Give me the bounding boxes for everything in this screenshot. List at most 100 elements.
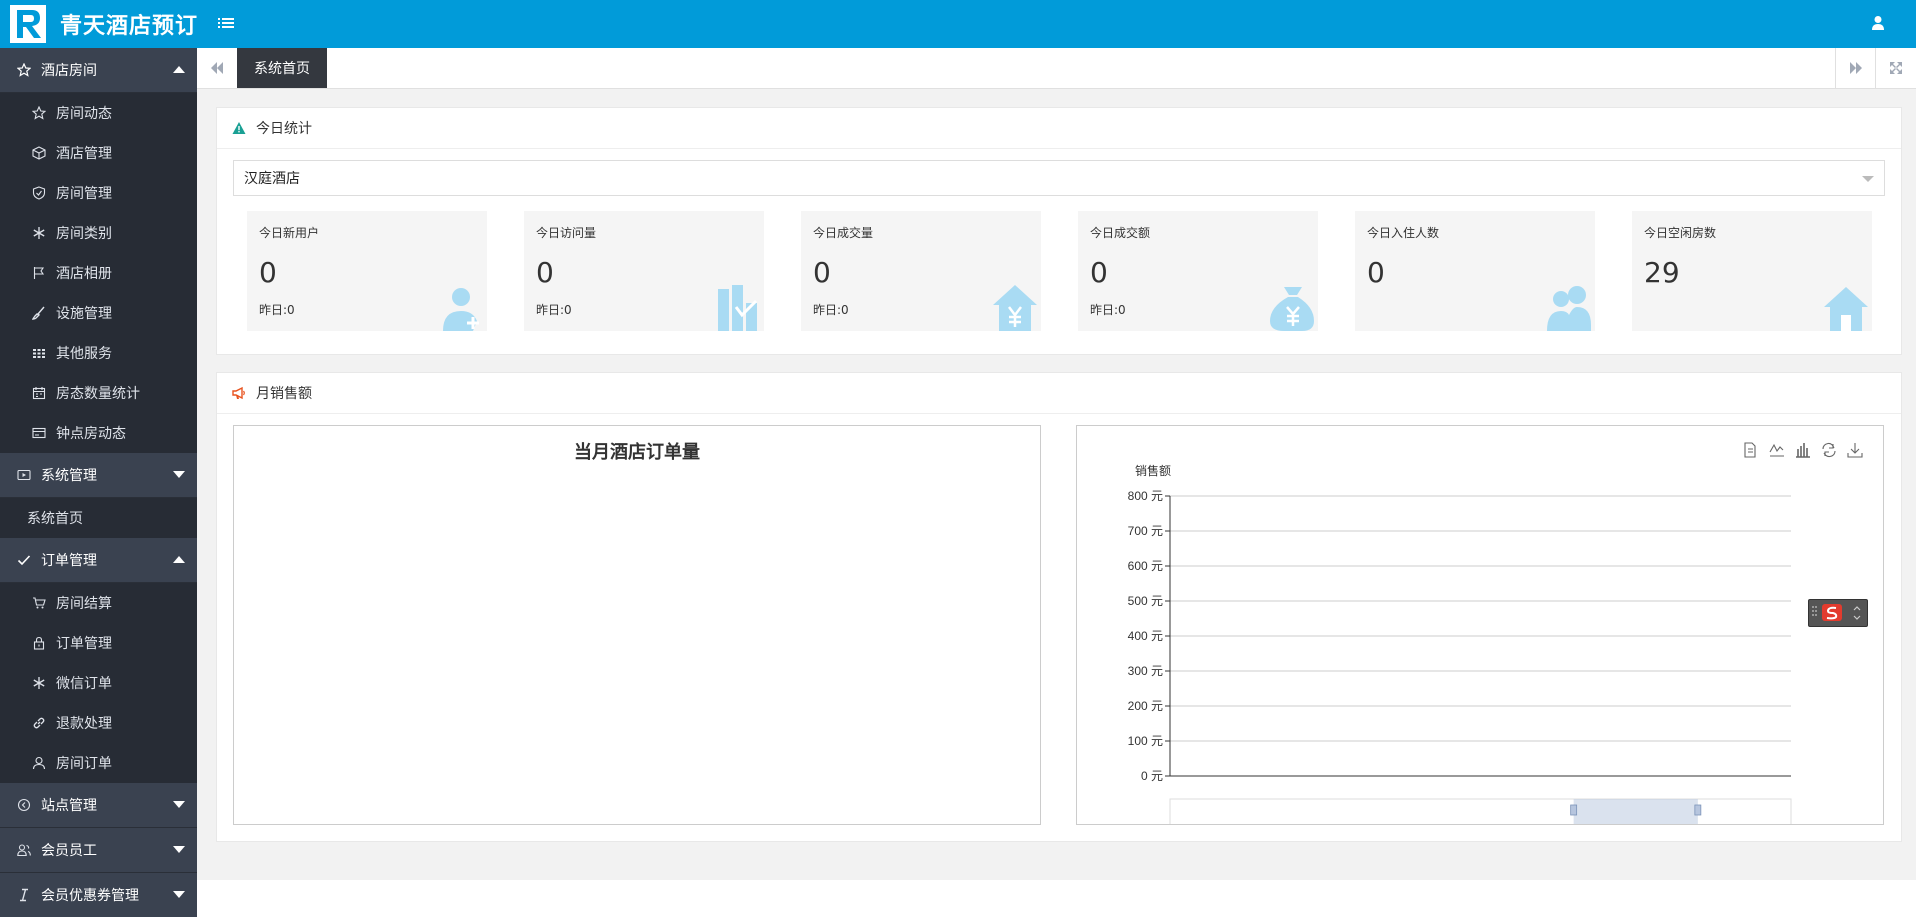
star-icon	[17, 63, 31, 77]
sidebar-group-member-staff[interactable]: 会员员工	[0, 828, 197, 873]
stat-value: 0	[259, 256, 277, 289]
sidebar-item-label: 设施管理	[56, 306, 112, 322]
sidebar-item-room-checkout[interactable]: 房间结算	[0, 583, 197, 623]
bar-icon[interactable]	[1796, 443, 1810, 458]
y-tick-label: 400 元	[1128, 629, 1163, 643]
sidebar-item-hourly-room-status[interactable]: 钟点房动态	[0, 413, 197, 453]
cube-icon	[32, 146, 46, 160]
cart-icon	[32, 596, 46, 610]
stat-value: 0	[1367, 256, 1385, 289]
check-icon	[17, 553, 31, 567]
y-tick-label: 300 元	[1128, 664, 1163, 678]
y-tick-labels: 0 元 100 元 200 元 300 元 400 元 500 元 600 元 700 元 80…	[1128, 489, 1163, 783]
data-view-icon[interactable]	[1744, 442, 1756, 458]
y-tick-label: 200 元	[1128, 699, 1163, 713]
screen-icon	[17, 468, 31, 482]
calendar-icon	[32, 386, 46, 400]
y-axis-label: 销售额	[1135, 463, 1171, 478]
sidebar-item-room-category[interactable]: 房间类别	[0, 213, 197, 253]
sidebar-submenu: 系统首页	[0, 498, 197, 538]
tab-label: 系统首页	[254, 61, 310, 77]
sidebar-item-hotel-album[interactable]: 酒店相册	[0, 253, 197, 293]
tab-scroll-right-button[interactable]	[1835, 48, 1876, 88]
sidebar-group-member-coupons[interactable]: 会员优惠券管理	[0, 873, 197, 917]
sidebar-item-label: 退款处理	[56, 716, 112, 732]
stat-label: 今日访问量	[536, 226, 597, 240]
sidebar-item-label: 房态数量统计	[56, 386, 140, 402]
sidebar-item-order-management[interactable]: 订单管理	[0, 623, 197, 663]
panel-title: 月销售额	[256, 386, 312, 402]
sidebar-group-label: 会员员工	[41, 843, 97, 859]
sidebar-item-wechat-orders[interactable]: 微信订单	[0, 663, 197, 703]
sidebar-item-refund-processing[interactable]: 退款处理	[0, 703, 197, 743]
double-left-icon	[211, 62, 223, 74]
sidebar-item-facility-management[interactable]: 设施管理	[0, 293, 197, 333]
sidebar-item-label: 房间结算	[56, 596, 112, 612]
y-tick-label: 700 元	[1128, 524, 1163, 538]
lock-icon	[32, 636, 46, 650]
data-zoom-slider[interactable]	[1169, 798, 1792, 827]
stat-yesterday: 昨日:0	[259, 303, 295, 317]
sidebar-item-system-home[interactable]: 系统首页	[0, 498, 197, 538]
sidebar-item-room-status[interactable]: 房间动态	[0, 93, 197, 133]
stat-label: 今日入住人数	[1367, 226, 1440, 240]
sidebar-item-label: 其他服务	[56, 346, 112, 362]
panel-header: 今日统计	[217, 108, 1901, 149]
card-icon	[32, 426, 46, 440]
y-tick-label: 800 元	[1128, 489, 1163, 503]
stat-yesterday: 昨日:0	[536, 303, 572, 317]
tab-scroll-left-button[interactable]	[197, 48, 238, 88]
panel-header: 月销售额	[217, 373, 1901, 414]
sidebar-group-order-management[interactable]: 订单管理	[0, 538, 197, 583]
zoom-handle-left[interactable]	[1570, 804, 1578, 816]
zoom-handle-right[interactable]	[1694, 804, 1702, 816]
sales-chart: 销售额 0 元 100 元 200 元 300 元 400 元 500 元 600 元 700…	[1076, 425, 1884, 827]
sidebar-item-room-orders[interactable]: 房间订单	[0, 743, 197, 783]
ime-toolbar[interactable]	[1808, 599, 1868, 627]
line-icon[interactable]	[1769, 443, 1784, 457]
hotel-order-chart: 当月酒店订单量	[233, 425, 1041, 825]
restore-icon[interactable]	[1822, 442, 1836, 458]
app-title: 青天酒店预订	[60, 14, 199, 39]
caret-down-icon	[173, 891, 185, 898]
grid-lines	[1165, 495, 1791, 777]
app-logo[interactable]: 青天酒店预订	[10, 5, 198, 43]
download-icon[interactable]	[1847, 443, 1863, 458]
stat-card-vacant-rooms: 今日空闲房数 29	[1632, 211, 1872, 331]
sidebar-item-label: 订单管理	[56, 636, 112, 652]
toolbox	[1744, 442, 1863, 458]
sidebar-item-label: 钟点房动态	[56, 426, 126, 442]
sidebar-group-hotel-rooms[interactable]: 酒店房间	[0, 48, 197, 93]
user-menu-icon[interactable]	[1870, 15, 1886, 31]
sidebar-item-room-count-stats[interactable]: 房态数量统计	[0, 373, 197, 413]
stat-value: 29	[1644, 256, 1680, 289]
sidebar-submenu: 房间动态 酒店管理 房间管理 房间类别 酒店相册 设施管理 其他服务 房态数量统…	[0, 93, 197, 453]
sidebar: 酒店房间 房间动态 酒店管理 房间管理 房间类别 酒店相册 设施管理 其他服务 …	[0, 48, 197, 917]
sidebar-group-label: 订单管理	[41, 553, 97, 569]
stat-yesterday: 昨日:0	[1090, 303, 1126, 317]
fullscreen-icon	[1890, 62, 1902, 74]
snowflake-icon	[32, 676, 46, 690]
warning-icon	[232, 121, 246, 135]
tab-system-home[interactable]: 系统首页	[237, 48, 327, 88]
money-bag-icon	[1268, 283, 1316, 331]
stat-label: 今日成交量	[813, 226, 874, 240]
sidebar-item-label: 房间类别	[56, 226, 112, 242]
sidebar-group-site-management[interactable]: 站点管理	[0, 783, 197, 828]
link-icon	[32, 716, 46, 730]
zoom-window[interactable]	[1573, 799, 1698, 826]
hotel-select[interactable]: 汉庭酒店	[233, 160, 1885, 196]
menu-toggle-icon[interactable]	[218, 15, 234, 31]
sidebar-item-hotel-management[interactable]: 酒店管理	[0, 133, 197, 173]
users-icon	[17, 843, 31, 857]
stat-card-new-users: 今日新用户 0 昨日:0	[247, 211, 487, 331]
stat-card-transactions: 今日成交量 0 昨日:0	[801, 211, 1041, 331]
y-tick-label: 600 元	[1128, 559, 1163, 573]
sidebar-item-other-services[interactable]: 其他服务	[0, 333, 197, 373]
chart-title: 当月酒店订单量	[574, 442, 700, 463]
sidebar-item-label: 房间管理	[56, 186, 112, 202]
house-yen-icon	[991, 283, 1039, 331]
sidebar-group-system-management[interactable]: 系统管理	[0, 453, 197, 498]
fullscreen-button[interactable]	[1875, 48, 1916, 88]
sidebar-item-room-management[interactable]: 房间管理	[0, 173, 197, 213]
